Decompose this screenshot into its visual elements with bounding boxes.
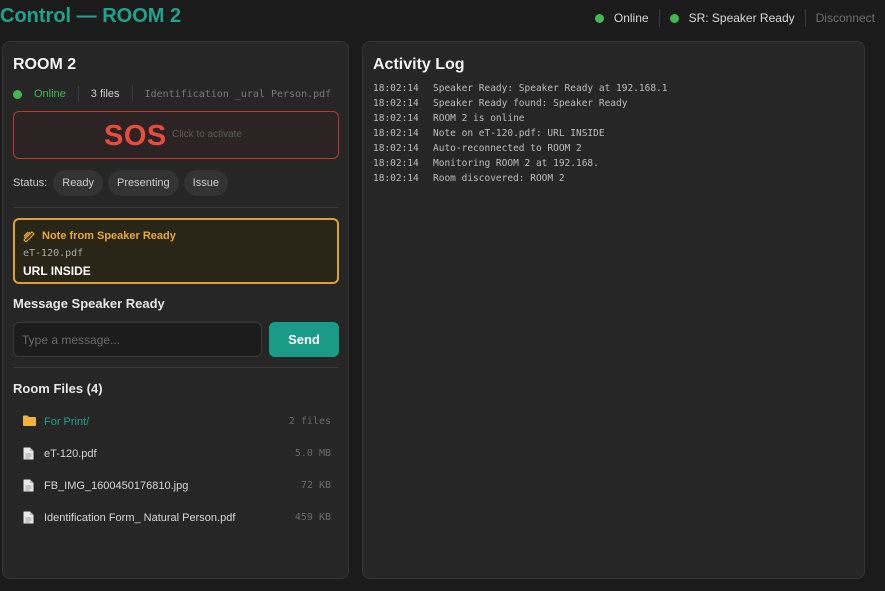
file-list: For Print/ 2 files eT-120.pdf 5.0 MB FB_…: [13, 406, 339, 534]
log-text: ROOM 2 is online: [433, 113, 525, 124]
current-file: Identification _ural Person.pdf: [144, 88, 332, 100]
status-issue-button[interactable]: Issue: [183, 170, 228, 196]
log-time: 18:02:14: [373, 113, 419, 124]
message-section-title: Message Speaker Ready: [13, 296, 165, 311]
folder-icon: [23, 415, 36, 426]
room-title: ROOM 2: [13, 56, 77, 73]
online-status: Online: [585, 9, 659, 27]
send-button[interactable]: Send: [269, 322, 339, 357]
log-text: Speaker Ready found: Speaker Ready: [433, 98, 628, 109]
status-label: Status:: [13, 177, 48, 189]
log-text: Room discovered: ROOM 2: [433, 173, 565, 184]
sos-label: SOS: [104, 120, 167, 152]
file-size: 459 KB: [294, 512, 331, 523]
online-dot-icon: [594, 13, 604, 23]
file-name: For Print/: [44, 416, 90, 428]
log-time: 18:02:14: [373, 143, 419, 154]
status-row: Status: Ready Presenting Issue: [13, 170, 233, 196]
note-icon: [23, 230, 35, 242]
speaker-note: Note from Speaker Ready eT-120.pdf URL I…: [13, 218, 339, 284]
log-entry: 18:02:14 Note on eT-120.pdf: URL INSIDE: [373, 128, 683, 143]
note-message: URL INSIDE: [23, 264, 91, 278]
log-text: Note on eT-120.pdf: URL INSIDE: [433, 128, 605, 139]
log-entry: 18:02:14 Room discovered: ROOM 2: [373, 173, 683, 188]
activity-log-title: Activity Log: [373, 56, 465, 73]
log-entry: 18:02:14 Auto-reconnected to ROOM 2: [373, 143, 683, 158]
file-name: FB_IMG_1600450176810.jpg: [44, 480, 189, 492]
file-icon: [23, 511, 34, 524]
divider: [13, 207, 339, 208]
online-label: Online: [613, 11, 649, 25]
file-size: 2 files: [288, 416, 331, 427]
files-count: 3 files: [90, 88, 120, 100]
speaker-dot-icon: [669, 13, 679, 23]
room-panel: ROOM 2 Online 3 files Identification _ur…: [2, 41, 349, 579]
log-entry: 18:02:14 ROOM 2 is online: [373, 113, 683, 128]
file-row[interactable]: Identification Form_ Natural Person.pdf …: [13, 502, 339, 534]
file-row[interactable]: FB_IMG_1600450176810.jpg 72 KB: [13, 470, 339, 502]
note-header: Note from Speaker Ready: [23, 230, 176, 242]
log-time: 18:02:14: [373, 128, 419, 139]
note-title: Note from Speaker Ready: [42, 230, 176, 242]
room-online-dot-icon: [13, 89, 22, 99]
log-list: 18:02:14 Speaker Ready: Speaker Ready at…: [373, 83, 683, 188]
note-file: eT-120.pdf: [23, 248, 84, 259]
file-row[interactable]: eT-120.pdf 5.0 MB: [13, 438, 339, 470]
divider: [131, 86, 133, 102]
log-entry: 18:02:14 Monitoring ROOM 2 at 192.168.: [373, 158, 683, 173]
speaker-status: SR: Speaker Ready: [660, 9, 805, 27]
log-time: 18:02:14: [373, 173, 419, 184]
log-time: 18:02:14: [373, 158, 419, 169]
divider: [77, 86, 79, 102]
room-files-title: Room Files (4): [13, 381, 103, 396]
room-online-status: Online: [13, 88, 66, 100]
file-row-folder[interactable]: For Print/ 2 files: [13, 406, 339, 438]
top-bar: Control — ROOM 2 Online SR: Speaker Read…: [0, 0, 885, 38]
file-name: eT-120.pdf: [44, 448, 97, 460]
sos-hint: Click to activate: [172, 129, 243, 140]
file-name: Identification Form_ Natural Person.pdf: [44, 512, 236, 524]
divider: [13, 367, 339, 368]
file-size: 72 KB: [300, 480, 331, 491]
speaker-status-label: SR: Speaker Ready: [688, 11, 795, 25]
log-entry: 18:02:14 Speaker Ready: Speaker Ready at…: [373, 83, 683, 98]
log-text: Speaker Ready: Speaker Ready at 192.168.…: [433, 83, 668, 94]
file-icon: [23, 447, 34, 460]
status-ready-button[interactable]: Ready: [53, 170, 104, 196]
log-text: Monitoring ROOM 2 at 192.168.: [433, 158, 599, 169]
room-online-label: Online: [34, 88, 66, 100]
disconnect-button[interactable]: Disconnect: [806, 9, 875, 27]
log-text: Auto-reconnected to ROOM 2: [433, 143, 582, 154]
log-time: 18:02:14: [373, 98, 419, 109]
room-meta: Online 3 files Identification _ural Pers…: [13, 85, 338, 103]
connection-status: Online SR: Speaker Ready Disconnect: [585, 9, 875, 27]
log-time: 18:02:14: [373, 83, 419, 94]
file-icon: [23, 479, 34, 492]
sos-button[interactable]: SOS Click to activate: [13, 111, 339, 159]
message-input[interactable]: [13, 322, 262, 357]
log-entry: 18:02:14 Speaker Ready found: Speaker Re…: [373, 98, 683, 113]
file-size: 5.0 MB: [294, 448, 331, 459]
status-presenting-button[interactable]: Presenting: [108, 170, 179, 196]
page-title: Control — ROOM 2: [0, 5, 182, 27]
activity-log-panel: Activity Log 18:02:14 Speaker Ready: Spe…: [362, 41, 865, 579]
